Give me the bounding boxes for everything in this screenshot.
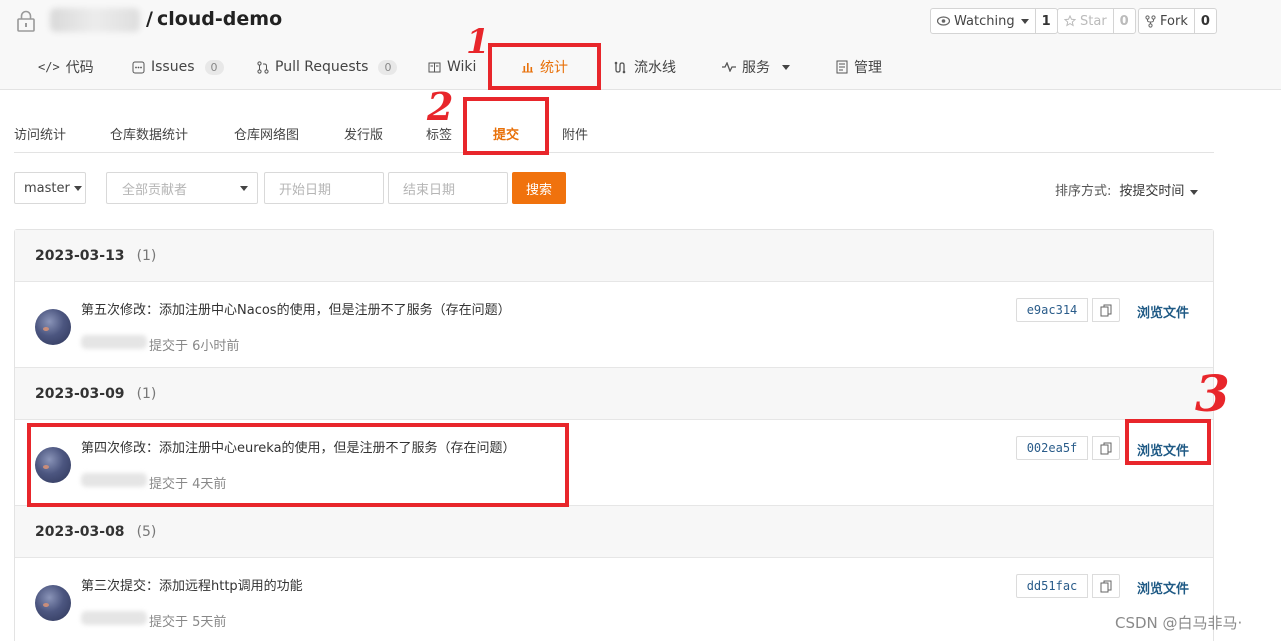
avatar[interactable] (35, 585, 71, 621)
star-count[interactable]: 0 (1112, 9, 1135, 33)
author-name-blurred (81, 335, 147, 349)
watching-button[interactable]: Watching 1 (930, 8, 1058, 34)
commit-time: 提交于 6小时前 (149, 339, 240, 354)
repo-name: cloud-demo (156, 8, 283, 30)
commit-day-header: 2023-03-09 (1) (15, 368, 1213, 420)
annotation-box-browse (1125, 419, 1211, 465)
subtab-visit-stats[interactable]: 访问统计 (14, 124, 66, 143)
issues-count-badge: 0 (204, 59, 224, 75)
tab-pipeline[interactable]: 流水线 (614, 52, 676, 82)
fork-icon (1145, 14, 1156, 28)
annotation-box-stats (488, 43, 601, 90)
contributor-select[interactable]: 全部贡献者 (106, 172, 258, 204)
eye-icon (937, 16, 950, 26)
star-button[interactable]: Star 0 (1057, 8, 1136, 34)
watching-count[interactable]: 1 (1034, 9, 1057, 33)
commit-sha[interactable]: dd51fac (1016, 574, 1088, 598)
owner-name-blurred (50, 8, 140, 32)
copy-button[interactable] (1092, 436, 1120, 460)
avatar[interactable] (35, 309, 71, 345)
commit-row: 第五次修改：添加注册中心Nacos的使用，但是注册不了服务（存在问题） 提交于 … (15, 282, 1213, 368)
fork-button[interactable]: Fork 0 (1138, 8, 1217, 34)
pulse-icon (722, 62, 736, 72)
branch-select[interactable]: master (14, 172, 86, 204)
tab-services[interactable]: 服务 (722, 52, 790, 82)
tab-issues[interactable]: Issues 0 (132, 52, 224, 82)
chevron-down-icon (73, 185, 82, 191)
annotation-number-2: 2 (427, 84, 454, 129)
commit-date: 2023-03-13 (35, 247, 125, 264)
chevron-down-icon (1190, 190, 1199, 195)
commit-day-header: 2023-03-08 (5) (15, 506, 1213, 558)
chevron-down-icon (240, 185, 248, 191)
book-icon (428, 62, 441, 72)
repo-header: / cloud-demo Watching 1 Star 0 Fork 0 </>… (0, 0, 1281, 90)
copy-button[interactable] (1092, 574, 1120, 598)
annotation-box-commit-row (27, 423, 569, 507)
copy-icon (1100, 580, 1112, 592)
subtab-network-graph[interactable]: 仓库网络图 (234, 124, 299, 143)
fork-count[interactable]: 0 (1193, 9, 1216, 33)
tab-pull-requests[interactable]: Pull Requests 0 (257, 52, 398, 82)
pipeline-icon (614, 61, 626, 73)
star-label: Star (1080, 13, 1107, 29)
copy-icon (1100, 442, 1112, 454)
sort-label: 排序方式: (1055, 184, 1112, 199)
document-icon (836, 60, 848, 74)
annotation-number-1: 1 (466, 22, 490, 62)
commit-message[interactable]: 第三次提交：添加远程http调用的功能 (81, 575, 303, 594)
star-icon (1064, 15, 1076, 27)
commit-time: 提交于 5天前 (149, 615, 227, 630)
sort-value: 按提交时间 (1119, 184, 1185, 199)
chevron-down-icon (782, 64, 790, 70)
sort-select[interactable]: 排序方式: 按提交时间 (1055, 180, 1199, 199)
pull-request-icon (257, 60, 269, 74)
fork-label: Fork (1160, 13, 1188, 29)
stats-subtabs: 访问统计 仓库数据统计 仓库网络图 发行版 标签 提交 附件 (14, 112, 1214, 153)
commit-date: 2023-03-08 (35, 523, 125, 540)
subtab-releases[interactable]: 发行版 (344, 124, 383, 143)
issues-icon (132, 61, 145, 73)
copy-icon (1100, 304, 1112, 316)
tab-manage[interactable]: 管理 (836, 52, 882, 82)
author-name-blurred (81, 611, 147, 625)
pr-count-badge: 0 (378, 59, 398, 75)
end-date-input[interactable]: 结束日期 (388, 172, 508, 204)
start-date-input[interactable]: 开始日期 (264, 172, 384, 204)
search-button[interactable]: 搜索 (512, 172, 566, 204)
code-icon: </> (38, 60, 60, 74)
repo-title[interactable]: / cloud-demo (146, 8, 282, 30)
tab-code[interactable]: </> 代码 (38, 52, 94, 82)
annotation-box-commits (463, 97, 549, 155)
browse-files-link[interactable]: 浏览文件 (1137, 578, 1189, 597)
chevron-down-icon (1020, 18, 1029, 24)
commit-sha[interactable]: e9ac314 (1016, 298, 1088, 322)
commit-message[interactable]: 第五次修改：添加注册中心Nacos的使用，但是注册不了服务（存在问题） (81, 299, 511, 318)
commit-date: 2023-03-09 (35, 385, 125, 402)
watching-label: Watching (954, 13, 1015, 29)
commit-row: 第三次提交：添加远程http调用的功能 提交于 5天前 dd51fac 浏览文件 (15, 558, 1213, 641)
commit-count: (5) (136, 523, 157, 540)
lock-icon (17, 10, 35, 32)
commit-count: (1) (136, 247, 157, 264)
commit-count: (1) (136, 385, 157, 402)
subtab-repo-data-stats[interactable]: 仓库数据统计 (110, 124, 188, 143)
subtab-attachments[interactable]: 附件 (562, 124, 588, 143)
browse-files-link[interactable]: 浏览文件 (1137, 302, 1189, 321)
commit-day-header: 2023-03-13 (1) (15, 230, 1213, 282)
annotation-number-3: 3 (1195, 364, 1230, 423)
copy-button[interactable] (1092, 298, 1120, 322)
watermark: CSDN @白马非马· (1115, 614, 1243, 632)
commit-sha[interactable]: 002ea5f (1016, 436, 1088, 460)
